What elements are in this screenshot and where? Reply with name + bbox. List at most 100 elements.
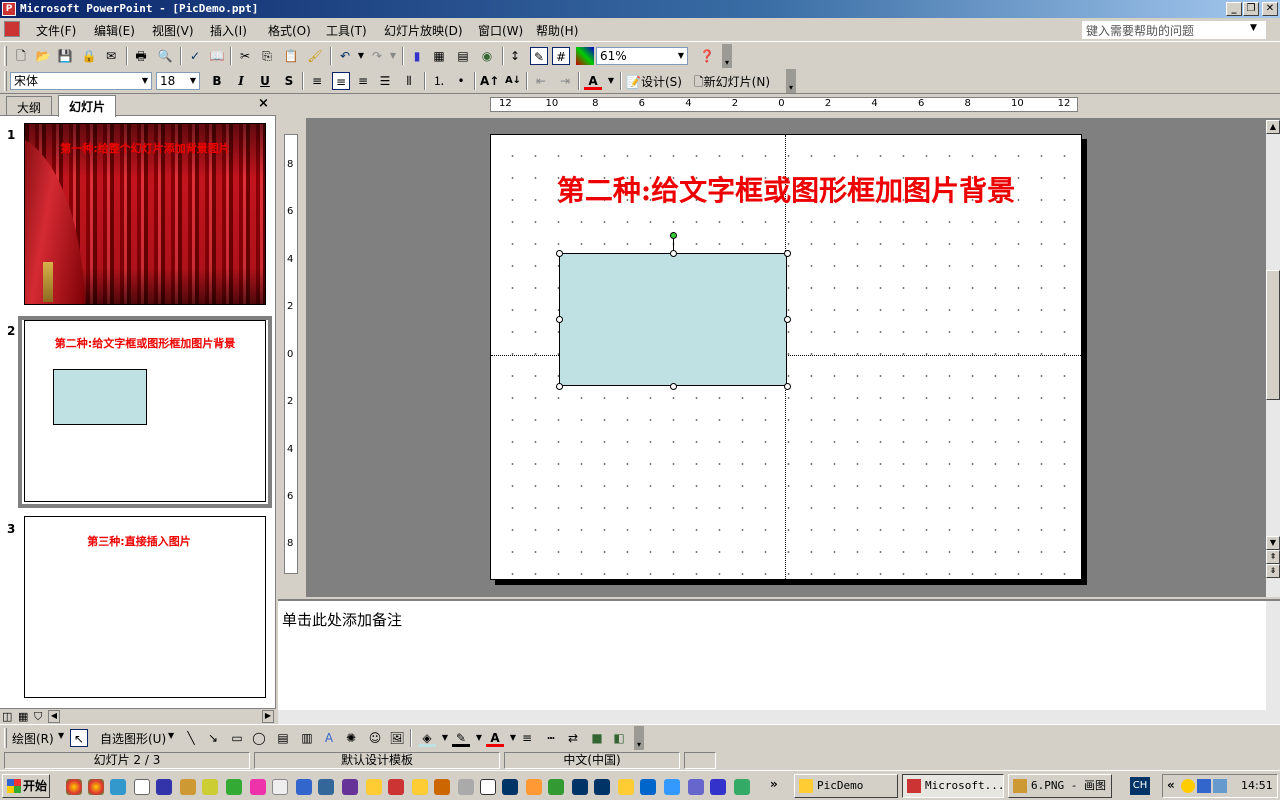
document-icon[interactable] — [4, 21, 20, 37]
format-painter-icon[interactable]: 🖌 — [306, 47, 324, 65]
app-icon[interactable] — [296, 779, 312, 795]
app-icon[interactable] — [434, 779, 450, 795]
scroll-right-icon[interactable]: ▶ — [262, 710, 274, 723]
notes-scrollbar[interactable] — [1266, 601, 1280, 712]
increase-font-icon[interactable]: A↑ — [480, 72, 499, 90]
print-icon[interactable]: 🖶 — [132, 47, 150, 65]
notes-placeholder[interactable]: 单击此处添加备注 — [282, 609, 402, 630]
decrease-indent-icon[interactable]: ⇤ — [532, 72, 550, 90]
draw-menu-button[interactable]: 绘图(R) — [12, 730, 54, 747]
copy-icon[interactable]: ⎘ — [258, 47, 276, 65]
more-icon[interactable]: » — [770, 777, 778, 791]
font-color-icon[interactable]: A — [486, 729, 504, 747]
oval-icon[interactable]: ◯ — [250, 729, 268, 747]
research-icon[interactable]: 📖 — [208, 47, 226, 65]
chevron-down-icon[interactable]: ▼ — [602, 72, 620, 90]
horizontal-ruler[interactable]: 12 10 8 6 4 2 0 2 4 6 8 10 12 — [490, 97, 1078, 112]
rectangle-shape[interactable] — [559, 253, 787, 386]
app-icon[interactable] — [734, 779, 750, 795]
menu-slideshow[interactable]: 幻灯片放映(D) — [384, 22, 463, 39]
bullets-icon[interactable]: • — [452, 72, 470, 90]
distributed-icon[interactable]: ⦀ — [400, 72, 418, 90]
resize-handle[interactable] — [556, 383, 563, 390]
app-icon[interactable] — [480, 779, 496, 795]
line-style-icon[interactable]: ≡ — [518, 729, 536, 747]
app-icon[interactable] — [572, 779, 588, 795]
align-left-icon[interactable]: ≡ — [308, 72, 326, 90]
ie-icon[interactable] — [110, 779, 126, 795]
insert-table-icon[interactable]: ▦ — [430, 47, 448, 65]
clip-art-icon[interactable]: ☺ — [366, 729, 384, 747]
spelling-icon[interactable]: ✓ — [186, 47, 204, 65]
chevron-down-icon[interactable]: ▼ — [139, 73, 151, 89]
decrease-font-icon[interactable]: A↓ — [504, 72, 522, 90]
slide-thumbnail-1[interactable]: 第一种:给整个幻灯片添加背景图片 — [24, 123, 266, 305]
tab-outline[interactable]: 大纲 — [6, 96, 53, 116]
wordart-icon[interactable]: A — [320, 729, 338, 747]
ime-indicator[interactable]: CH — [1130, 777, 1150, 795]
resize-handle[interactable] — [784, 250, 791, 257]
font-color-button[interactable]: A — [584, 72, 602, 90]
scroll-up-icon[interactable]: ▲ — [1266, 120, 1280, 134]
app-icon[interactable] — [272, 779, 288, 795]
chevron-down-icon[interactable]: ▼ — [168, 731, 174, 740]
slide-canvas[interactable]: 第二种:给文字框或图形框加图片背景 — [490, 134, 1082, 580]
expand-all-icon[interactable]: ↕ — [506, 47, 524, 65]
select-objects-icon[interactable]: ↖ — [70, 729, 88, 747]
insert-picture-icon[interactable]: 🖼 — [388, 729, 406, 747]
email-icon[interactable]: ✉ — [102, 47, 120, 65]
vertical-scrollbar[interactable]: ▲ ▼ ⇞ ⇟ — [1266, 120, 1280, 597]
resize-handle[interactable] — [784, 316, 791, 323]
help-icon[interactable]: ❓ — [698, 47, 716, 65]
slide-thumbnail-2[interactable]: 第二种:给文字框或图形框加图片背景 — [24, 320, 266, 502]
permission-icon[interactable]: 🔒 — [80, 47, 98, 65]
design-button[interactable]: 📝设计(S) — [626, 73, 682, 90]
app-icon[interactable] — [342, 779, 358, 795]
chrome-icon[interactable] — [88, 779, 104, 795]
menu-insert[interactable]: 插入(I) — [210, 22, 247, 39]
app-icon[interactable] — [180, 779, 196, 795]
horizontal-scrollbar[interactable] — [278, 710, 1280, 724]
shadow-button[interactable]: S — [280, 72, 298, 90]
toolbar-options-icon[interactable]: ▾ — [786, 69, 796, 93]
app-icon[interactable] — [664, 779, 680, 795]
align-right-icon[interactable]: ≡ — [354, 72, 372, 90]
redo-dropdown-icon[interactable]: ▼ — [384, 47, 402, 65]
fireworks-icon[interactable] — [202, 779, 218, 795]
chevron-down-icon[interactable]: ▼ — [187, 73, 199, 89]
chrome-icon[interactable] — [66, 779, 82, 795]
powerpoint-icon[interactable]: P — [2, 2, 16, 16]
menu-tools[interactable]: 工具(T) — [326, 22, 367, 39]
help-search-input[interactable]: 键入需要帮助的问题 — [1082, 21, 1266, 39]
slide-thumbnail-3[interactable]: 第三种:直接插入图片 — [24, 516, 266, 698]
app-icon[interactable] — [134, 779, 150, 795]
toolbar-grip[interactable] — [4, 728, 7, 748]
resize-handle[interactable] — [556, 316, 563, 323]
text-box-icon[interactable]: ▤ — [274, 729, 292, 747]
font-size-combo[interactable]: 18 ▼ — [156, 72, 200, 90]
arrow-style-icon[interactable]: ⇄ — [564, 729, 582, 747]
shadow-style-icon[interactable]: ■ — [588, 729, 606, 747]
resize-handle[interactable] — [784, 383, 791, 390]
previous-slide-icon[interactable]: ⇞ — [1266, 550, 1280, 564]
app-icon[interactable] — [594, 779, 610, 795]
help-dropdown-icon[interactable]: ▼ — [1250, 23, 1257, 33]
underline-button[interactable]: U — [256, 72, 274, 90]
align-center-icon[interactable]: ≡ — [332, 72, 350, 90]
scroll-down-icon[interactable]: ▼ — [1266, 536, 1280, 550]
vertical-ruler[interactable]: 8 6 4 2 0 2 4 6 8 — [284, 134, 298, 574]
resize-handle[interactable] — [556, 250, 563, 257]
app-icon[interactable] — [688, 779, 704, 795]
show-grid-icon[interactable]: # — [552, 47, 570, 65]
tab-slides[interactable]: 幻灯片 — [58, 95, 117, 117]
vertical-text-box-icon[interactable]: ▥ — [298, 729, 316, 747]
status-template[interactable]: 默认设计模板 — [254, 752, 500, 769]
app-icon[interactable] — [388, 779, 404, 795]
folder-icon[interactable] — [618, 779, 634, 795]
arrow-icon[interactable]: ↘ — [204, 729, 222, 747]
new-icon[interactable]: 🗋 — [12, 47, 30, 65]
next-slide-icon[interactable]: ⇟ — [1266, 564, 1280, 578]
line-color-icon[interactable]: ✎ — [452, 729, 470, 747]
task-powerpoint[interactable]: Microsoft... — [902, 774, 1004, 798]
show-formatting-icon[interactable]: ✎ — [530, 47, 548, 65]
